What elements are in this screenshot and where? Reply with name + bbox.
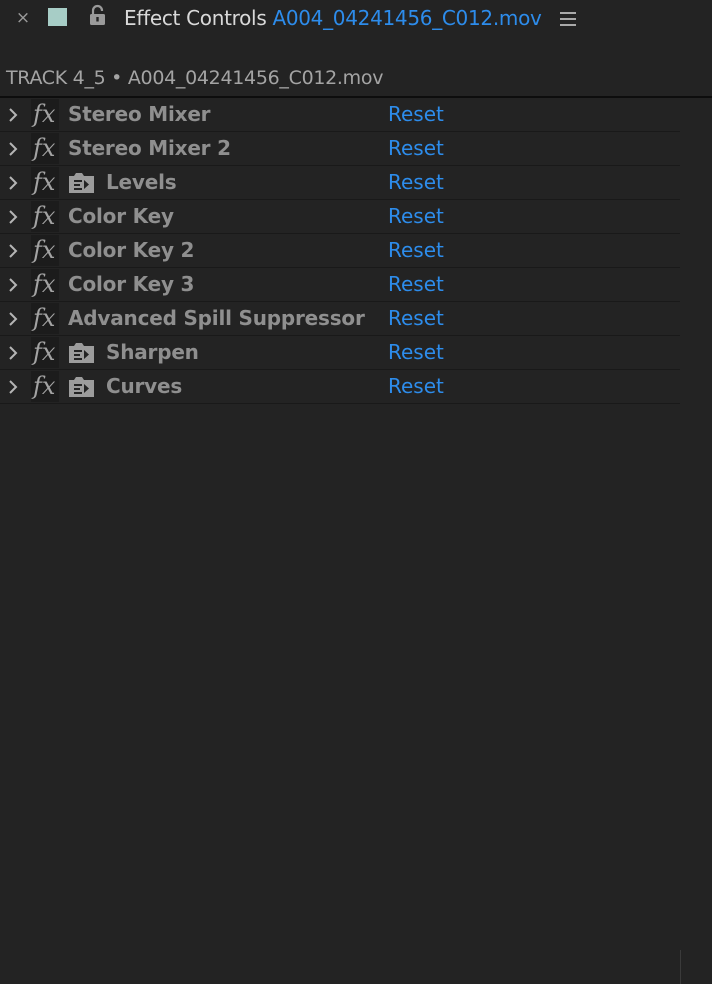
- effect-preset-icon: [68, 341, 95, 364]
- fx-toggle-icon[interactable]: fx: [31, 167, 59, 198]
- fx-toggle-icon[interactable]: fx: [31, 133, 59, 164]
- effect-row-advanced-spill-suppressor[interactable]: fx Advanced Spill Suppressor Reset: [0, 302, 680, 336]
- fx-toggle-icon[interactable]: fx: [31, 371, 59, 402]
- effect-row-color-key-2[interactable]: fx Color Key 2 Reset: [0, 234, 680, 268]
- reset-button[interactable]: Reset: [388, 271, 444, 298]
- chevron-right-icon[interactable]: [6, 379, 20, 395]
- close-icon[interactable]: ×: [15, 8, 31, 28]
- reset-button[interactable]: Reset: [388, 305, 444, 332]
- fx-toggle-icon[interactable]: fx: [31, 337, 59, 368]
- chevron-right-icon[interactable]: [6, 345, 20, 361]
- reset-button[interactable]: Reset: [388, 135, 444, 162]
- fx-toggle-icon[interactable]: fx: [31, 235, 59, 266]
- effect-name: Stereo Mixer 2: [68, 136, 231, 160]
- reset-button[interactable]: Reset: [388, 237, 444, 264]
- chevron-right-icon[interactable]: [6, 175, 20, 191]
- effect-row-stereo-mixer-2[interactable]: fx Stereo Mixer 2 Reset: [0, 132, 680, 166]
- panel-title-text: Effect Controls: [124, 6, 267, 30]
- clip-name-link[interactable]: A004_04241456_C012.mov: [272, 6, 541, 30]
- panel-title[interactable]: Effect Controls A004_04241456_C012.mov: [124, 5, 542, 31]
- reset-button[interactable]: Reset: [388, 373, 444, 400]
- effect-row-color-key[interactable]: fx Color Key Reset: [0, 200, 680, 234]
- reset-button[interactable]: Reset: [388, 101, 444, 128]
- fx-toggle-icon[interactable]: fx: [31, 201, 59, 232]
- reset-button[interactable]: Reset: [388, 339, 444, 366]
- fx-toggle-icon[interactable]: fx: [31, 269, 59, 300]
- chevron-right-icon[interactable]: [6, 107, 20, 123]
- effect-row-stereo-mixer[interactable]: fx Stereo Mixer Reset: [0, 98, 680, 132]
- chevron-right-icon[interactable]: [6, 209, 20, 225]
- effect-preset-icon: [68, 375, 95, 398]
- fx-toggle-icon[interactable]: fx: [31, 303, 59, 334]
- chevron-right-icon[interactable]: [6, 277, 20, 293]
- panel-tab-header: × Effect Controls A004_04241456_C012.mov: [0, 0, 712, 38]
- fx-toggle-icon[interactable]: fx: [31, 99, 59, 130]
- lock-icon[interactable]: [88, 4, 108, 28]
- effect-name: Advanced Spill Suppressor: [68, 306, 365, 330]
- effects-list: fx Stereo Mixer Reset fx Stereo Mixer 2 …: [0, 98, 680, 404]
- effect-name: Color Key: [68, 204, 174, 228]
- effect-name: Color Key 3: [68, 272, 195, 296]
- hamburger-menu-icon[interactable]: [559, 9, 577, 29]
- effect-name: Curves: [106, 374, 183, 398]
- effect-controls-panel: × Effect Controls A004_04241456_C012.mov …: [0, 0, 712, 984]
- effect-name: Sharpen: [106, 340, 199, 364]
- effect-preset-icon: [68, 171, 95, 194]
- effect-row-levels[interactable]: fx Levels Reset: [0, 166, 680, 200]
- effect-row-sharpen[interactable]: fx Sharpen Reset: [0, 336, 680, 370]
- effect-name: Color Key 2: [68, 238, 195, 262]
- reset-button[interactable]: Reset: [388, 203, 444, 230]
- effect-row-color-key-3[interactable]: fx Color Key 3 Reset: [0, 268, 680, 302]
- effect-name: Stereo Mixer: [68, 102, 211, 126]
- panel-resize-edge[interactable]: [680, 950, 681, 984]
- reset-button[interactable]: Reset: [388, 169, 444, 196]
- label-color-swatch[interactable]: [48, 8, 67, 26]
- effect-row-curves[interactable]: fx Curves Reset: [0, 370, 680, 404]
- effect-name: Levels: [106, 170, 177, 194]
- chevron-right-icon[interactable]: [6, 311, 20, 327]
- track-clip-label: TRACK 4_5 • A004_04241456_C012.mov: [6, 67, 384, 89]
- chevron-right-icon[interactable]: [6, 243, 20, 259]
- chevron-right-icon[interactable]: [6, 141, 20, 157]
